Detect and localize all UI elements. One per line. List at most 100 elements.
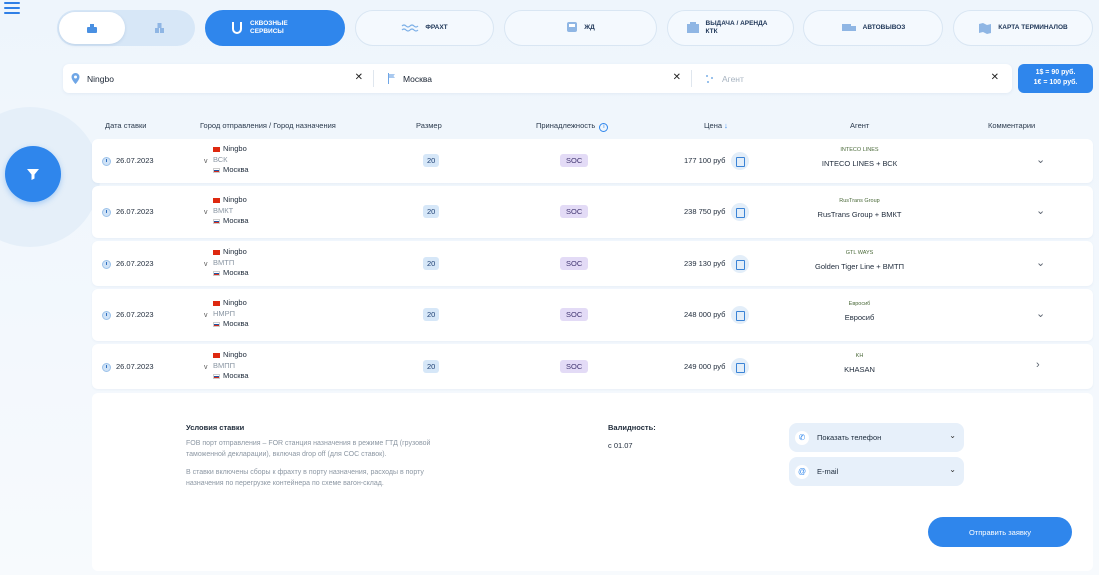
chevron-down-icon: ⌄ (949, 465, 956, 474)
route-destination-value: Москва (223, 371, 249, 380)
size-pill: 20 (423, 257, 440, 270)
export-toggle-button[interactable] (127, 12, 193, 44)
table-row[interactable]: 26.07.2023 Ningbo ВМТП Москва v 20 SOC 2… (92, 241, 1093, 286)
calculator-icon[interactable] (731, 203, 750, 222)
sort-down-icon: ↓ (724, 121, 728, 130)
email-button[interactable]: @ E-mail ⌄ (789, 457, 964, 486)
table-row[interactable]: 26.07.2023 Ningbo ВМКТ Москва v 20 SOC 2… (92, 186, 1093, 238)
chevron-right-icon[interactable]: › (1036, 359, 1040, 371)
clock-icon (102, 156, 111, 166)
header-date[interactable]: Дата ставки (105, 121, 146, 130)
tab-through-services[interactable]: Сквозные сервисы (205, 10, 345, 46)
waves-icon (401, 24, 419, 32)
china-flag-icon (213, 249, 220, 255)
route-origin: Ningbo (213, 195, 249, 206)
rate-date: 26.07.2023 (102, 259, 154, 269)
tab-label: Фрахт (425, 23, 448, 31)
chevron-down-icon[interactable]: ⌄ (1036, 307, 1045, 320)
header-price-label: Цена (704, 121, 723, 130)
tab-freight[interactable]: Фрахт (355, 10, 494, 46)
route-via: НМРП (213, 308, 236, 318)
chevron-down-icon[interactable]: ⌄ (1036, 256, 1045, 269)
agent-name: RusTrans Group + ВМКТ (817, 210, 902, 219)
chevron-down-icon[interactable]: ⌄ (1036, 153, 1045, 166)
price-value: 239 130 руб (684, 259, 726, 268)
clear-destination-icon[interactable]: ✕ (673, 72, 681, 83)
header-route: Город отправления / Город назначения (200, 121, 336, 130)
agent: Евросиб Евросиб (792, 301, 927, 322)
agent-name: Golden Tiger Line + ВМТП (815, 262, 904, 271)
clock-icon (102, 362, 111, 372)
calculator-icon[interactable] (731, 152, 750, 171)
size-pill: 20 (423, 308, 440, 321)
clear-origin-icon[interactable]: ✕ (355, 72, 363, 83)
tab-terminals-map[interactable]: Карта терминалов (953, 10, 1093, 46)
rate-date-value: 26.07.2023 (116, 362, 154, 371)
agent-logo: GTL WAYS (845, 250, 874, 256)
table-row[interactable]: 26.07.2023 Ningbo ВСК Москва v 20 SOC 17… (92, 139, 1093, 183)
container-size: 20 (423, 308, 440, 321)
origin-value: Ningbo (87, 73, 114, 84)
phone-icon: ✆ (795, 430, 809, 445)
mode-toggle (57, 10, 195, 46)
tab-ktk[interactable]: Выдача / аренда КТК (667, 10, 794, 46)
price-value: 249 000 руб (684, 362, 726, 371)
show-phone-button[interactable]: ✆ Показать телефон ⌄ (789, 423, 964, 452)
calculator-icon[interactable] (731, 358, 750, 377)
price-value: 238 750 руб (684, 207, 726, 216)
tab-auto[interactable]: Автовывоз (803, 10, 943, 46)
info-icon[interactable]: i (599, 123, 609, 132)
sparkle-icon (706, 74, 713, 83)
ownership: SOC (560, 154, 589, 167)
soc-pill: SOC (560, 360, 589, 373)
soc-pill: SOC (560, 154, 589, 167)
menu-icon[interactable] (4, 2, 20, 14)
container-size: 20 (423, 257, 440, 270)
clear-agent-icon[interactable]: ✕ (991, 72, 999, 83)
map-icon (979, 23, 992, 34)
agent-name: INTECO LINES + ВСК (821, 159, 898, 168)
price-value: 248 000 руб (684, 310, 726, 319)
route-via: ВМТП (213, 257, 235, 267)
header-price[interactable]: Цена ↓ (704, 121, 728, 130)
table-row[interactable]: 26.07.2023 Ningbo НМРП Москва v 20 SOC 2… (92, 289, 1093, 341)
import-toggle-button[interactable] (59, 12, 125, 44)
header-size[interactable]: Размер (416, 121, 442, 130)
price: 238 750 руб (684, 203, 750, 222)
agent-logo: INTECO LINES (840, 147, 879, 153)
route-via: ВМКТ (213, 205, 234, 215)
tab-label: ЖД (584, 23, 595, 31)
rate-date-value: 26.07.2023 (116, 156, 154, 165)
container-size: 20 (423, 205, 440, 218)
chevron-down-icon[interactable]: ⌄ (1036, 204, 1045, 217)
filter-bar: Ningbo ✕ Москва ✕ Агент ✕ (63, 64, 1012, 93)
route-origin: Ningbo (213, 144, 249, 155)
calculator-icon[interactable] (731, 255, 750, 274)
header-ownership[interactable]: Принадлежность i (536, 121, 609, 132)
agent-field[interactable]: Агент ✕ (699, 64, 1007, 93)
calculator-icon[interactable] (731, 306, 750, 325)
container-size: 20 (423, 360, 440, 373)
size-pill: 20 (423, 154, 440, 167)
route: Ningbo ВМТП Москва (213, 247, 249, 279)
agent-placeholder: Агент (722, 73, 744, 84)
submit-request-button[interactable]: Отправить заявку (928, 517, 1072, 547)
route: Ningbo НМРП Москва (213, 298, 249, 330)
tab-rail[interactable]: ЖД (504, 10, 657, 46)
tab-label: Карта терминалов (998, 23, 1068, 31)
origin-field[interactable]: Ningbo ✕ (63, 64, 371, 93)
price-value: 177 100 руб (684, 156, 726, 165)
route-origin-value: Ningbo (223, 247, 247, 256)
at-icon: @ (795, 464, 809, 479)
submit-label: Отправить заявку (968, 527, 1032, 537)
route-destination: Москва (213, 371, 249, 382)
container-icon (686, 22, 699, 33)
route-origin-value: Ningbo (223, 195, 247, 204)
ship-icon (87, 24, 97, 33)
agent-name: Евросиб (844, 313, 875, 322)
price: 249 000 руб (684, 358, 750, 377)
filter-button[interactable] (5, 146, 61, 202)
table-row[interactable]: 26.07.2023 Ningbo ВМПП Москва v 20 SOC 2… (92, 344, 1093, 389)
russia-flag-icon (213, 373, 220, 379)
destination-field[interactable]: Москва ✕ (381, 64, 689, 93)
